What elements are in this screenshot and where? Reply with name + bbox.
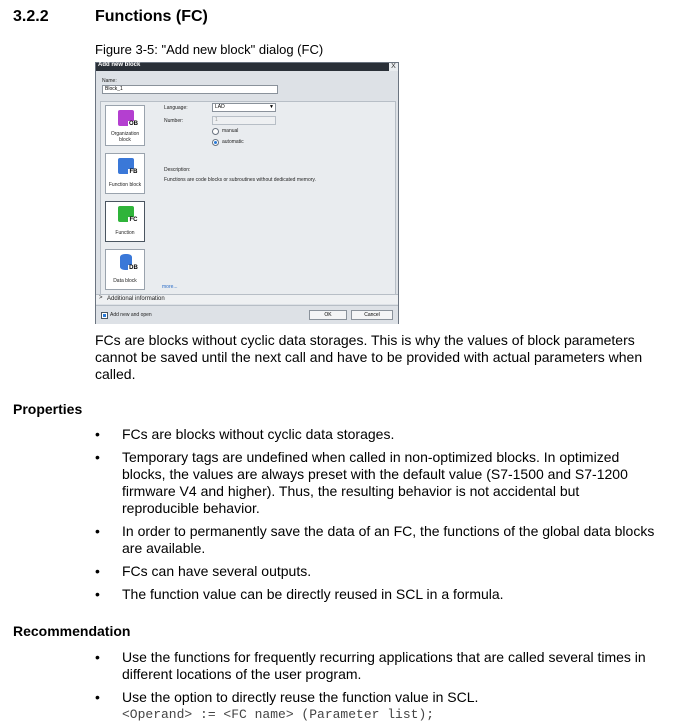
language-value: LAD	[215, 104, 225, 110]
cancel-button[interactable]: Cancel	[351, 310, 393, 320]
dialog-footer: Add new and open OK Cancel	[96, 305, 398, 324]
chevron-down-icon: ▼	[269, 104, 274, 110]
recommendation-heading: Recommendation	[13, 623, 131, 639]
list-item: • Use the option to directly reuse the fu…	[95, 689, 655, 723]
function-label: Function	[115, 230, 135, 236]
automatic-radio-label: automatic	[222, 139, 244, 145]
bullet-icon: •	[95, 563, 100, 579]
language-select[interactable]: LAD ▼	[212, 103, 276, 112]
additional-info-label: Additional information	[107, 296, 165, 302]
recommendation-list: • Use the functions for frequently recurr…	[95, 649, 655, 723]
list-item: • Temporary tags are undefined when calle…	[95, 449, 628, 516]
function-block-label: Function block	[108, 182, 142, 188]
description-label: Description:	[164, 167, 191, 173]
list-item: • FCs can have several outputs.	[95, 563, 312, 579]
figure-caption: Figure 3-5: "Add new block" dialog (FC)	[95, 42, 324, 57]
dialog-titlebar: Add new block X	[96, 62, 398, 71]
add-new-and-open-label: Add new and open	[110, 312, 152, 318]
list-item: • In order to permanently save the data o…	[95, 523, 655, 556]
bullet-icon: •	[95, 426, 100, 442]
chevron-right-icon: >	[99, 295, 103, 301]
organization-block-button[interactable]: OB Organization block	[105, 105, 145, 146]
function-button[interactable]: FC Function	[105, 201, 145, 242]
ok-button[interactable]: OK	[309, 310, 347, 320]
add-new-block-dialog: Add new block X Name: Block_1 OB Organiz…	[95, 62, 399, 324]
ob-code: OB	[128, 121, 139, 128]
more-link[interactable]: more...	[162, 284, 178, 290]
automatic-radio[interactable]	[212, 139, 219, 146]
organization-block-label: Organization block	[110, 131, 140, 143]
name-input[interactable]: Block_1	[102, 85, 278, 94]
data-block-label: Data block	[113, 278, 137, 284]
bullet-icon: •	[95, 586, 100, 602]
list-item: • Use the functions for frequently recurr…	[95, 649, 646, 682]
function-block-button[interactable]: FB Function block	[105, 153, 145, 194]
fc-code: FC	[128, 217, 139, 224]
fb-code: FB	[128, 169, 139, 176]
name-label: Name:	[102, 78, 117, 84]
description-text: Functions are code blocks or subroutines…	[164, 177, 316, 183]
number-label: Number:	[164, 118, 184, 124]
code-snippet: <Operand> := <FC name> (Parameter list);	[122, 707, 435, 722]
list-item: • The function value can be directly reus…	[95, 586, 504, 602]
db-code: DB	[128, 265, 139, 272]
properties-list: • FCs are blocks without cyclic data stor…	[95, 426, 655, 609]
bullet-icon: •	[95, 689, 100, 705]
list-item: • FCs are blocks without cyclic data stor…	[95, 426, 395, 442]
bullet-icon: •	[95, 649, 100, 665]
language-label: Language:	[164, 105, 188, 111]
add-new-and-open-checkbox[interactable]	[101, 312, 108, 319]
data-block-button[interactable]: DB Data block	[105, 249, 145, 290]
intro-paragraph: FCs are blocks without cyclic data stora…	[95, 332, 643, 382]
main-panel: OB Organization block FB Function block …	[100, 101, 396, 301]
section-number: 3.2.2	[13, 8, 49, 25]
bullet-icon: •	[95, 449, 100, 465]
dialog-title: Add new block	[98, 62, 141, 68]
bullet-icon: •	[95, 523, 100, 539]
section-title: Functions (FC)	[95, 8, 208, 25]
number-input[interactable]: 1	[212, 116, 276, 125]
close-icon[interactable]: X	[389, 63, 398, 71]
properties-heading: Properties	[13, 401, 83, 417]
additional-info-bar[interactable]: > Additional information	[96, 294, 398, 304]
manual-radio-label: manual	[222, 128, 239, 134]
manual-radio[interactable]	[212, 128, 219, 135]
